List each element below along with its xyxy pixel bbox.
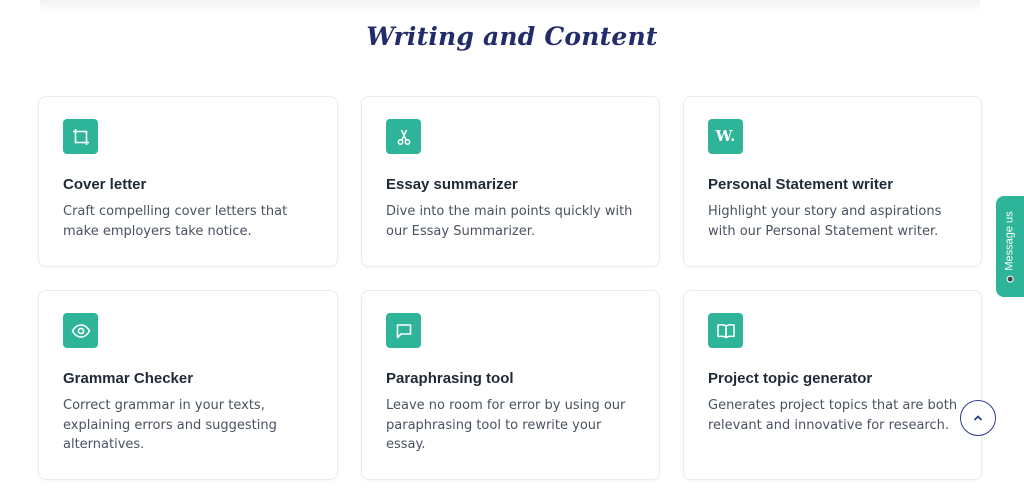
tools-grid: Cover letter Craft compelling cover lett… <box>38 96 982 480</box>
card-cover-letter[interactable]: Cover letter Craft compelling cover lett… <box>38 96 338 267</box>
status-dot-icon <box>1006 275 1014 283</box>
message-square-icon <box>386 313 421 348</box>
w-letter-glyph: W. <box>715 127 736 145</box>
frame-icon <box>63 119 98 154</box>
section-title: Writing and Content <box>366 22 658 51</box>
card-title: Cover letter <box>63 176 147 193</box>
card-description: Craft compelling cover letters that make… <box>63 204 288 239</box>
eye-icon <box>63 313 98 348</box>
card-title: Essay summarizer <box>386 176 518 193</box>
book-open-icon <box>708 313 743 348</box>
card-essay-summarizer[interactable]: Essay summarizer Dive into the main poin… <box>361 96 660 267</box>
card-personal-statement-writer[interactable]: W. Personal Statement writer Highlight y… <box>683 96 982 267</box>
w-letter-icon: W. <box>708 119 743 154</box>
chevron-up-icon <box>974 415 982 421</box>
card-description: Dive into the main points quickly with o… <box>386 204 633 239</box>
message-us-label: Message us <box>1004 210 1016 271</box>
card-description: Correct grammar in your texts, explainin… <box>63 398 277 452</box>
card-description: Leave no room for error by using our par… <box>386 398 626 452</box>
scroll-to-top-button[interactable] <box>960 400 996 436</box>
card-title: Grammar Checker <box>63 370 194 387</box>
message-us-tab[interactable]: Message us <box>996 196 1024 297</box>
top-section-edge <box>40 0 980 14</box>
card-title: Personal Statement writer <box>708 176 894 193</box>
card-title: Project topic generator <box>708 370 873 387</box>
card-description: Generates project topics that are both r… <box>708 398 958 433</box>
card-description: Highlight your story and aspirations wit… <box>708 204 942 239</box>
card-project-topic-generator[interactable]: Project topic generator Generates projec… <box>683 290 982 480</box>
card-paraphrasing-tool[interactable]: Paraphrasing tool Leave no room for erro… <box>361 290 660 480</box>
card-grammar-checker[interactable]: Grammar Checker Correct grammar in your … <box>38 290 338 480</box>
card-title: Paraphrasing tool <box>386 370 514 387</box>
scissors-icon <box>386 119 421 154</box>
